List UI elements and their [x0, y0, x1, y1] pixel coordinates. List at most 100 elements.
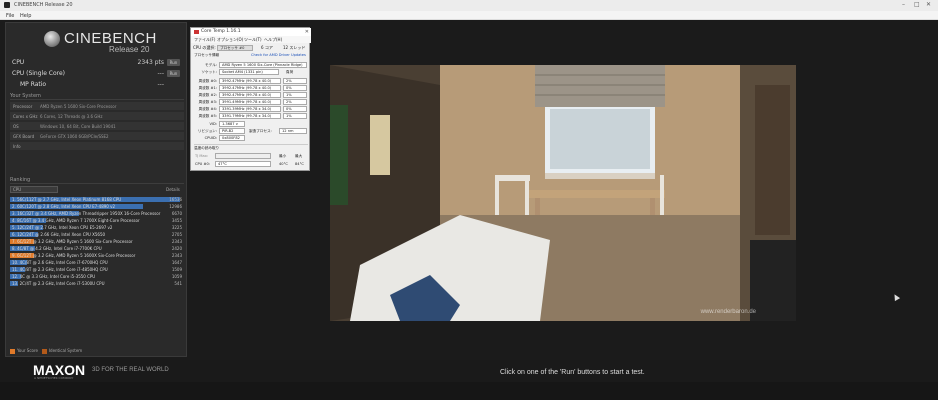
ranking-item[interactable]: 4. 8C/16T @ 3.4 GHz, AMD Ryzen 7 1700X E…	[10, 217, 184, 224]
ranking-score: 3225	[171, 225, 182, 230]
ranking-item[interactable]: 7. 6C/12T @ 3.2 GHz, AMD Ryzen 5 1600 Si…	[10, 238, 184, 245]
frequency-label: 周波数 #1:	[198, 86, 217, 90]
frequency-label: 周波数 #4:	[198, 107, 217, 111]
driver-update-link[interactable]: Check for AMD Driver Updates	[251, 53, 306, 57]
system-key: Processor	[13, 104, 33, 109]
ranking-select[interactable]: CPU	[10, 186, 58, 193]
coretemp-menu-file[interactable]: ファイル(F)	[194, 37, 215, 43]
left-panel: CINEBENCH Release 20 CPU 2343 pts Run CP…	[5, 22, 187, 357]
maxon-subtitle: A NEMETSCHEK COMPANY	[34, 376, 74, 380]
ranking-label: 3. 16C/32T @ 3.4 GHz, AMD Ryzen Threadri…	[12, 211, 161, 216]
title-bar: CINEBENCH Release 20 – □ ✕	[0, 0, 938, 11]
status-message: Click on one of the 'Run' buttons to sta…	[500, 369, 645, 376]
cinebench-window: CINEBENCH Release 20 – □ ✕ File Help CIN…	[0, 0, 938, 382]
system-row-os: OS Windows 10, 64 Bit, Core Build 19041	[10, 122, 184, 131]
load-header: 負荷	[286, 70, 294, 74]
system-key: Cores x GHz	[13, 114, 38, 119]
cpu-select-label: CPU の選択:	[193, 45, 216, 50]
menu-help[interactable]: Help	[20, 13, 31, 19]
cpu-temp-label: CPU #0:	[195, 162, 210, 166]
score-cpu-single: CPU (Single Core) --- Run	[10, 69, 184, 79]
model-label: モデル:	[205, 63, 217, 67]
coretemp-menu-tools[interactable]: ツール(T)	[244, 37, 262, 43]
cpu-temp-min: 40°C	[279, 162, 288, 166]
legend-swatch-identical	[41, 348, 47, 354]
ranking-score: 16536	[169, 197, 182, 202]
logo-release: Release 20	[109, 45, 150, 54]
render-preview: www.renderbaron.de	[330, 65, 796, 321]
ranking-item[interactable]: 11. 4C/8T @ 2.3 GHz, Intel Core i7-4850H…	[10, 266, 184, 273]
close-icon[interactable]: ✕	[926, 1, 931, 8]
system-row-processor: Processor AMD Ryzen 5 1600 Six-Core Proc…	[10, 102, 184, 111]
score-label: CPU (Single Core)	[12, 70, 66, 77]
coretemp-close-icon[interactable]: ✕	[305, 28, 309, 36]
minimize-icon[interactable]: –	[902, 1, 905, 8]
ranking-item[interactable]: 2. 60C/120T @ 2.8 GHz, Intel Xeon CPU E7…	[10, 203, 184, 210]
ranking-item[interactable]: 8. 4C/8T @ 4.2 GHz, Intel Core i7-7700K …	[10, 245, 184, 252]
ranking-score: 1059	[171, 274, 182, 279]
score-mp-ratio: MP Ratio ---	[10, 80, 184, 90]
score-label: MP Ratio	[20, 81, 47, 88]
cpuid-value: 0x800F82	[219, 135, 245, 141]
ranking-item[interactable]: 6. 12C/24T @ 2.66 GHz, Intel Xeon CPU X5…	[10, 231, 184, 238]
load-value: 1%	[283, 113, 307, 119]
mouse-cursor-icon	[891, 292, 901, 302]
ranking-label: 9. 6C/12T @ 3.2 GHz, AMD Ryzen 5 1600X S…	[12, 253, 136, 258]
min-header: 最小	[279, 154, 287, 158]
coretemp-title-bar: Core Temp 1.16.1 ✕	[191, 28, 311, 36]
coretemp-title: Core Temp 1.16.1	[201, 29, 241, 34]
score-value: 2343 pts	[137, 59, 164, 66]
coretemp-window: Core Temp 1.16.1 ✕ ファイル(F) オプション(O) ツール(…	[190, 27, 311, 171]
ranking-score: 6670	[171, 211, 182, 216]
render-scene	[330, 65, 796, 321]
maxon-tagline: 3D FOR THE REAL WORLD	[92, 367, 169, 373]
system-row-info[interactable]: Info	[10, 142, 184, 151]
your-system-header: Your System	[10, 93, 184, 100]
system-key: OS	[13, 124, 19, 129]
menu-file[interactable]: File	[6, 13, 14, 19]
ranking-header: Ranking	[10, 177, 184, 184]
cpu-select[interactable]: プロセッサ #0	[217, 45, 253, 51]
maximize-icon[interactable]: □	[914, 1, 920, 8]
cpuid-label: CPUID:	[204, 136, 217, 140]
ranking-details-toggle[interactable]: Details	[166, 187, 180, 192]
ranking-label: 8. 4C/8T @ 4.2 GHz, Intel Core i7-7700K …	[12, 246, 102, 251]
ranking-score: 2420	[171, 246, 182, 251]
ranking-label: 6. 12C/24T @ 2.66 GHz, Intel Xeon CPU X5…	[12, 232, 106, 237]
load-value: 0%	[283, 85, 307, 91]
ranking-label: 7. 6C/12T @ 3.2 GHz, AMD Ryzen 5 1600 Si…	[12, 239, 133, 244]
ranking-score: 1647	[171, 260, 182, 265]
system-value: 6 Cores, 12 Threads @ 3.6 GHz	[40, 114, 103, 119]
temp-header: 温度の読み取り	[194, 146, 220, 150]
socket-label: ソケット:	[201, 70, 217, 74]
system-key: GFX Board	[13, 134, 35, 139]
load-value: 2%	[283, 99, 307, 105]
render-watermark: www.renderbaron.de	[700, 309, 756, 315]
frequency-value: 3992.47MHz (99.78 x 40.0)	[219, 78, 281, 84]
frequency-label: 周波数 #3:	[198, 100, 217, 104]
ranking-item[interactable]: 1. 56C/112T @ 2.7 GHz, Intel Xeon Platin…	[10, 196, 184, 203]
screen: CINEBENCH Release 20 – □ ✕ File Help CIN…	[0, 0, 938, 400]
coretemp-menu-help[interactable]: ヘルプ(H)	[264, 37, 282, 43]
ranking-score: 2705	[171, 232, 182, 237]
socket-value: Socket AM4 (1331 pin)	[219, 69, 279, 75]
coretemp-menu-options[interactable]: オプション(O)	[217, 37, 243, 43]
run-cpu-button[interactable]: Run	[167, 59, 180, 66]
ranking-item[interactable]: 10. 4C/8T @ 2.6 GHz, Intel Core i7-6700H…	[10, 259, 184, 266]
legend-identical: Identical System	[48, 348, 83, 353]
ranking-item[interactable]: 3. 16C/32T @ 3.4 GHz, AMD Ryzen Threadri…	[10, 210, 184, 217]
ranking-item[interactable]: 12. 4C @ 3.3 GHz, Intel Core i5-3550 CPU…	[10, 273, 184, 280]
tj-max-label: TJ Max:	[195, 154, 209, 158]
run-single-core-button[interactable]: Run	[167, 70, 180, 77]
ranking-item[interactable]: 5. 12C/24T @ 2.7 GHz, Intel Xeon CPU E5-…	[10, 224, 184, 231]
ranking-list: 1. 56C/112T @ 2.7 GHz, Intel Xeon Platin…	[10, 196, 184, 287]
footer-bar: MAXON A NEMETSCHEK COMPANY 3D FOR THE RE…	[0, 360, 938, 382]
frequency-value: 3391.39MHz (99.78 x 34.0)	[219, 106, 281, 112]
ranking-item[interactable]: 13. 2C/4T @ 2.3 GHz, Intel Core i7-5300U…	[10, 280, 184, 287]
threads-count: 12 スレッド	[283, 45, 306, 50]
system-row-gfx: GFX Board GeForce GTX 1060 6GB/PCIe/SSE2	[10, 132, 184, 141]
menu-bar: File Help	[0, 11, 938, 20]
ranking-label: 1. 56C/112T @ 2.7 GHz, Intel Xeon Platin…	[12, 197, 122, 202]
model-value: AMD Ryzen 5 1600 Six-Core (Pinnacle Ridg…	[219, 62, 307, 68]
ranking-item[interactable]: 9. 6C/12T @ 3.2 GHz, AMD Ryzen 5 1600X S…	[10, 252, 184, 259]
